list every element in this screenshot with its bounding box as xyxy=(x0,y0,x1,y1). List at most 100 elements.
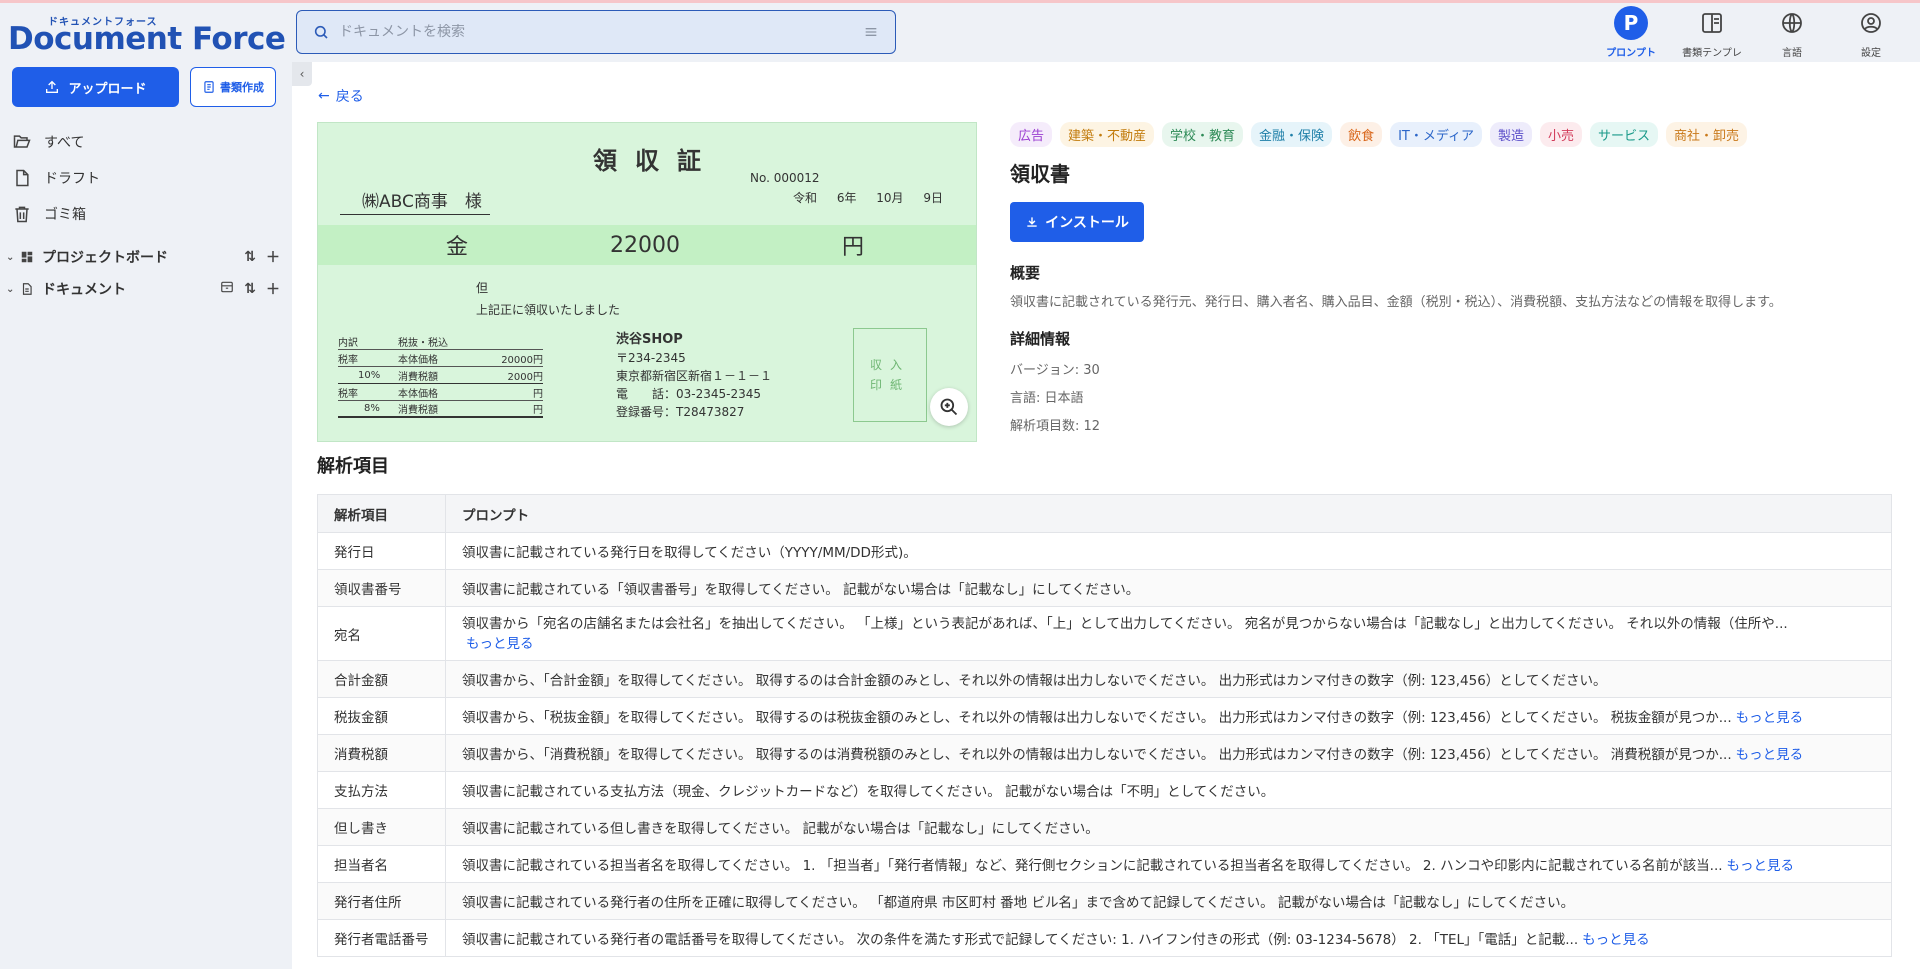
logo-text: Document Force xyxy=(8,21,286,57)
table-row: 但し書き 領収書に記載されている但し書きを取得してください。 記載がない場合は「記… xyxy=(317,808,1892,846)
topnav-prompt-label: プロンプト xyxy=(1606,48,1656,59)
template-icon xyxy=(1702,13,1722,33)
topnav-settings[interactable]: 設定 xyxy=(1826,6,1916,62)
prompt-text: 領収書に記載されている「領収書番号」を取得してください。 記載がない場合は「記載… xyxy=(462,582,1140,598)
receipt-yen: 円 xyxy=(842,235,865,260)
table-row: 担当者名 領収書に記載されている担当者名を取得してください。 1. 「担当者」「発… xyxy=(317,845,1892,883)
category-tag[interactable]: 学校・教育 xyxy=(1162,122,1244,147)
receipt-breakdown-row: 8% 消費税額 円 xyxy=(338,401,543,418)
install-label: インストール xyxy=(1045,215,1129,231)
topnav-language[interactable]: 言語 xyxy=(1747,6,1837,62)
add-icon[interactable]: ＋ xyxy=(266,247,280,267)
zoom-in-icon xyxy=(940,398,958,416)
revenue-stamp-box: 収入 印紙 xyxy=(853,328,927,422)
sidebar: ドキュメントフォース Document Force アップロード 書類作成 すべ… xyxy=(0,3,290,969)
stamp-line-1: 収入 xyxy=(869,358,910,372)
tree-documents[interactable]: ⌄ ドキュメント ⇅ ＋ xyxy=(6,277,286,301)
archive-icon[interactable] xyxy=(220,280,234,298)
category-tag[interactable]: 商社・卸売 xyxy=(1666,122,1748,147)
receipt-number: No. 000012 xyxy=(750,171,820,185)
document-icon xyxy=(20,282,38,296)
sort-icon[interactable]: ⇅ xyxy=(244,281,256,297)
category-tag[interactable]: 小売 xyxy=(1539,122,1582,147)
collapse-sidebar-button[interactable]: ‹ xyxy=(292,62,312,86)
create-document-label: 書類作成 xyxy=(220,81,264,94)
nav-drafts-label: ドラフト xyxy=(44,171,100,187)
folder-open-icon xyxy=(13,135,31,148)
analysis-item-prompt: 領収書から、「消費税額」を取得してください。 取得するのは消費税額のみとし、それ… xyxy=(445,734,1892,772)
analysis-item-name: 但し書き xyxy=(317,808,446,846)
table-row: 領収書番号 領収書に記載されている「領収書番号」を取得してください。 記載がない場… xyxy=(317,569,1892,607)
breakdown-cell: 円 xyxy=(533,405,543,416)
category-tag[interactable]: IT・メディア xyxy=(1390,122,1482,147)
receipt-kin: 金 xyxy=(446,235,469,260)
breakdown-cell: 20000円 xyxy=(501,354,543,366)
chevron-down-icon[interactable]: ⌄ xyxy=(6,284,20,295)
breakdown-head-2: 税抜・税込 xyxy=(398,337,448,349)
receipt-preview[interactable]: 領収証 No. 000012 令和 6年 10月 9日 ㈱ABC商事 様 金 2… xyxy=(317,122,977,442)
filter-menu-icon[interactable] xyxy=(863,24,879,40)
receipt-addressee: ㈱ABC商事 様 xyxy=(340,187,490,215)
sort-icon[interactable]: ⇅ xyxy=(244,249,256,265)
analysis-item-name: 合計金額 xyxy=(317,660,446,698)
shop-zip: 〒234-2345 xyxy=(616,351,686,365)
prompt-text: 領収書に記載されている支払方法（現金、クレジットカードなど）を取得してください。… xyxy=(462,784,1275,800)
table-row: 税抜金額 領収書から、「税抜金額」を取得してください。 取得するのは税抜金額のみと… xyxy=(317,697,1892,735)
show-more-link[interactable]: もっと見る xyxy=(1736,747,1804,763)
app-logo[interactable]: ドキュメントフォース Document Force xyxy=(8,13,286,57)
analysis-item-name: 発行日 xyxy=(317,532,446,570)
document-add-icon xyxy=(204,81,214,93)
chevron-down-icon[interactable]: ⌄ xyxy=(6,252,20,263)
receipt-breakdown-head: 内訳 税抜・税込 xyxy=(338,333,543,350)
show-more-link[interactable]: もっと見る xyxy=(1727,858,1795,874)
upload-button[interactable]: アップロード xyxy=(12,67,179,107)
analysis-header-key: 解析項目 xyxy=(317,494,446,533)
search-input[interactable] xyxy=(339,24,853,40)
receipt-tadashi: 但 xyxy=(476,281,489,295)
category-tag[interactable]: 製造 xyxy=(1489,122,1532,147)
back-label: 戻る xyxy=(335,89,364,105)
topnav-prompt[interactable]: P プロンプト xyxy=(1586,6,1676,62)
back-link[interactable]: ← 戻る xyxy=(318,86,364,106)
search-bar[interactable] xyxy=(296,10,896,54)
analysis-item-name: 発行者電話番号 xyxy=(317,919,446,957)
nav-all-label: すべて xyxy=(44,135,85,151)
prompt-text: 領収書に記載されている担当者名を取得してください。 1. 「担当者」「発行者情報… xyxy=(462,858,1723,874)
topnav-template[interactable]: 書類テンプレ xyxy=(1667,6,1757,62)
user-settings-icon xyxy=(1861,13,1881,33)
show-more-link[interactable]: もっと見る xyxy=(1736,710,1804,726)
category-tag[interactable]: サービス xyxy=(1589,122,1658,147)
analysis-header-row: 解析項目 プロンプト xyxy=(317,494,1892,533)
tree-project-board-label: プロジェクトボード xyxy=(42,250,168,266)
zoom-button[interactable] xyxy=(930,388,968,426)
main-content: ‹ ← 戻る 領収証 No. 000012 令和 6年 10月 9日 ㈱ABC商… xyxy=(292,62,1920,969)
category-tag[interactable]: 建築・不動産 xyxy=(1060,122,1155,147)
analysis-item-prompt: 領収書に記載されている支払方法（現金、クレジットカードなど）を取得してください。… xyxy=(445,771,1892,809)
create-document-button[interactable]: 書類作成 xyxy=(190,67,276,107)
analysis-item-prompt: 領収書に記載されている発行者の電話番号を取得してください。 次の条件を満たす形式… xyxy=(445,919,1892,957)
category-tag[interactable]: 金融・保険 xyxy=(1251,122,1333,147)
shop-reg: 登録番号：T28473827 xyxy=(616,405,745,419)
breakdown-cell: 消費税額 xyxy=(398,405,438,416)
analysis-item-prompt: 領収書に記載されている発行日を取得してください（YYYY/MM/DD形式)。 xyxy=(445,532,1892,570)
analysis-item-prompt: 領収書から、「合計金額」を取得してください。 取得するのは合計金額のみとし、それ… xyxy=(445,660,1892,698)
table-row: 発行日 領収書に記載されている発行日を取得してください（YYYY/MM/DD形式)… xyxy=(317,532,1892,570)
breakdown-cell: 税率 xyxy=(338,388,358,400)
nav-drafts[interactable]: ドラフト xyxy=(12,165,272,191)
prompt-text: 領収書に記載されている発行者の電話番号を取得してください。 次の条件を満たす形式… xyxy=(462,932,1579,948)
add-icon[interactable]: ＋ xyxy=(266,279,280,299)
analysis-item-name: 担当者名 xyxy=(317,845,446,883)
show-more-link[interactable]: もっと見る xyxy=(1582,932,1650,948)
category-tag[interactable]: 広告 xyxy=(1010,122,1053,147)
nav-all[interactable]: すべて xyxy=(12,129,272,155)
category-tag[interactable]: 飲食 xyxy=(1340,122,1383,147)
show-more-link[interactable]: もっと見る xyxy=(466,636,534,652)
topnav-language-label: 言語 xyxy=(1782,48,1802,59)
tree-project-board[interactable]: ⌄ プロジェクトボード ⇅ ＋ xyxy=(6,245,286,269)
nav-trash[interactable]: ゴミ箱 xyxy=(12,201,272,227)
breakdown-cell: 本体価格 xyxy=(398,388,438,400)
receipt-breakdown-row: 税率 本体価格 20000円 xyxy=(338,350,543,367)
breakdown-cell: 円 xyxy=(533,388,543,400)
install-button[interactable]: インストール xyxy=(1010,202,1144,242)
analysis-item-prompt: 領収書に記載されている但し書きを取得してください。 記載がない場合は「記載なし」… xyxy=(445,808,1892,846)
